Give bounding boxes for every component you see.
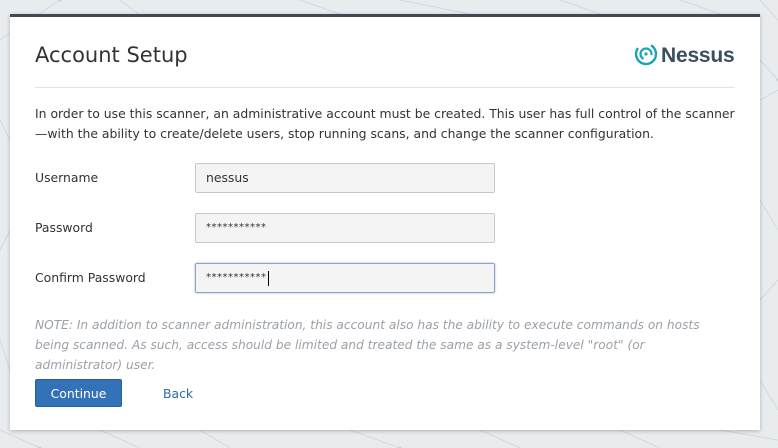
username-row: Username nessus (35, 163, 505, 193)
password-masked-value: *********** (206, 222, 267, 233)
back-link[interactable]: Back (163, 386, 193, 401)
nessus-logo-icon (634, 42, 658, 70)
intro-text: In order to use this scanner, an adminis… (35, 106, 735, 141)
username-label: Username (35, 170, 99, 185)
header-divider (35, 87, 735, 88)
confirm-password-masked-value: *********** (206, 272, 267, 283)
password-row: Password *********** (35, 213, 505, 243)
confirm-password-input[interactable]: *********** (195, 263, 495, 293)
username-value: nessus (206, 170, 249, 185)
logo-text: Nessus (661, 44, 735, 67)
continue-button[interactable]: Continue (35, 379, 122, 407)
password-label: Password (35, 220, 93, 235)
admin-note: NOTE: In addition to scanner administrat… (35, 318, 700, 372)
confirm-password-row: Confirm Password *********** (35, 263, 505, 293)
page-title: Account Setup (35, 43, 188, 67)
password-input[interactable]: *********** (195, 213, 495, 243)
text-cursor (267, 271, 269, 286)
nessus-logo: Nessus (634, 42, 735, 70)
username-input[interactable]: nessus (195, 163, 495, 193)
confirm-password-label: Confirm Password (35, 270, 146, 285)
account-setup-card: Account Setup Nessus In order to use thi… (10, 14, 760, 430)
